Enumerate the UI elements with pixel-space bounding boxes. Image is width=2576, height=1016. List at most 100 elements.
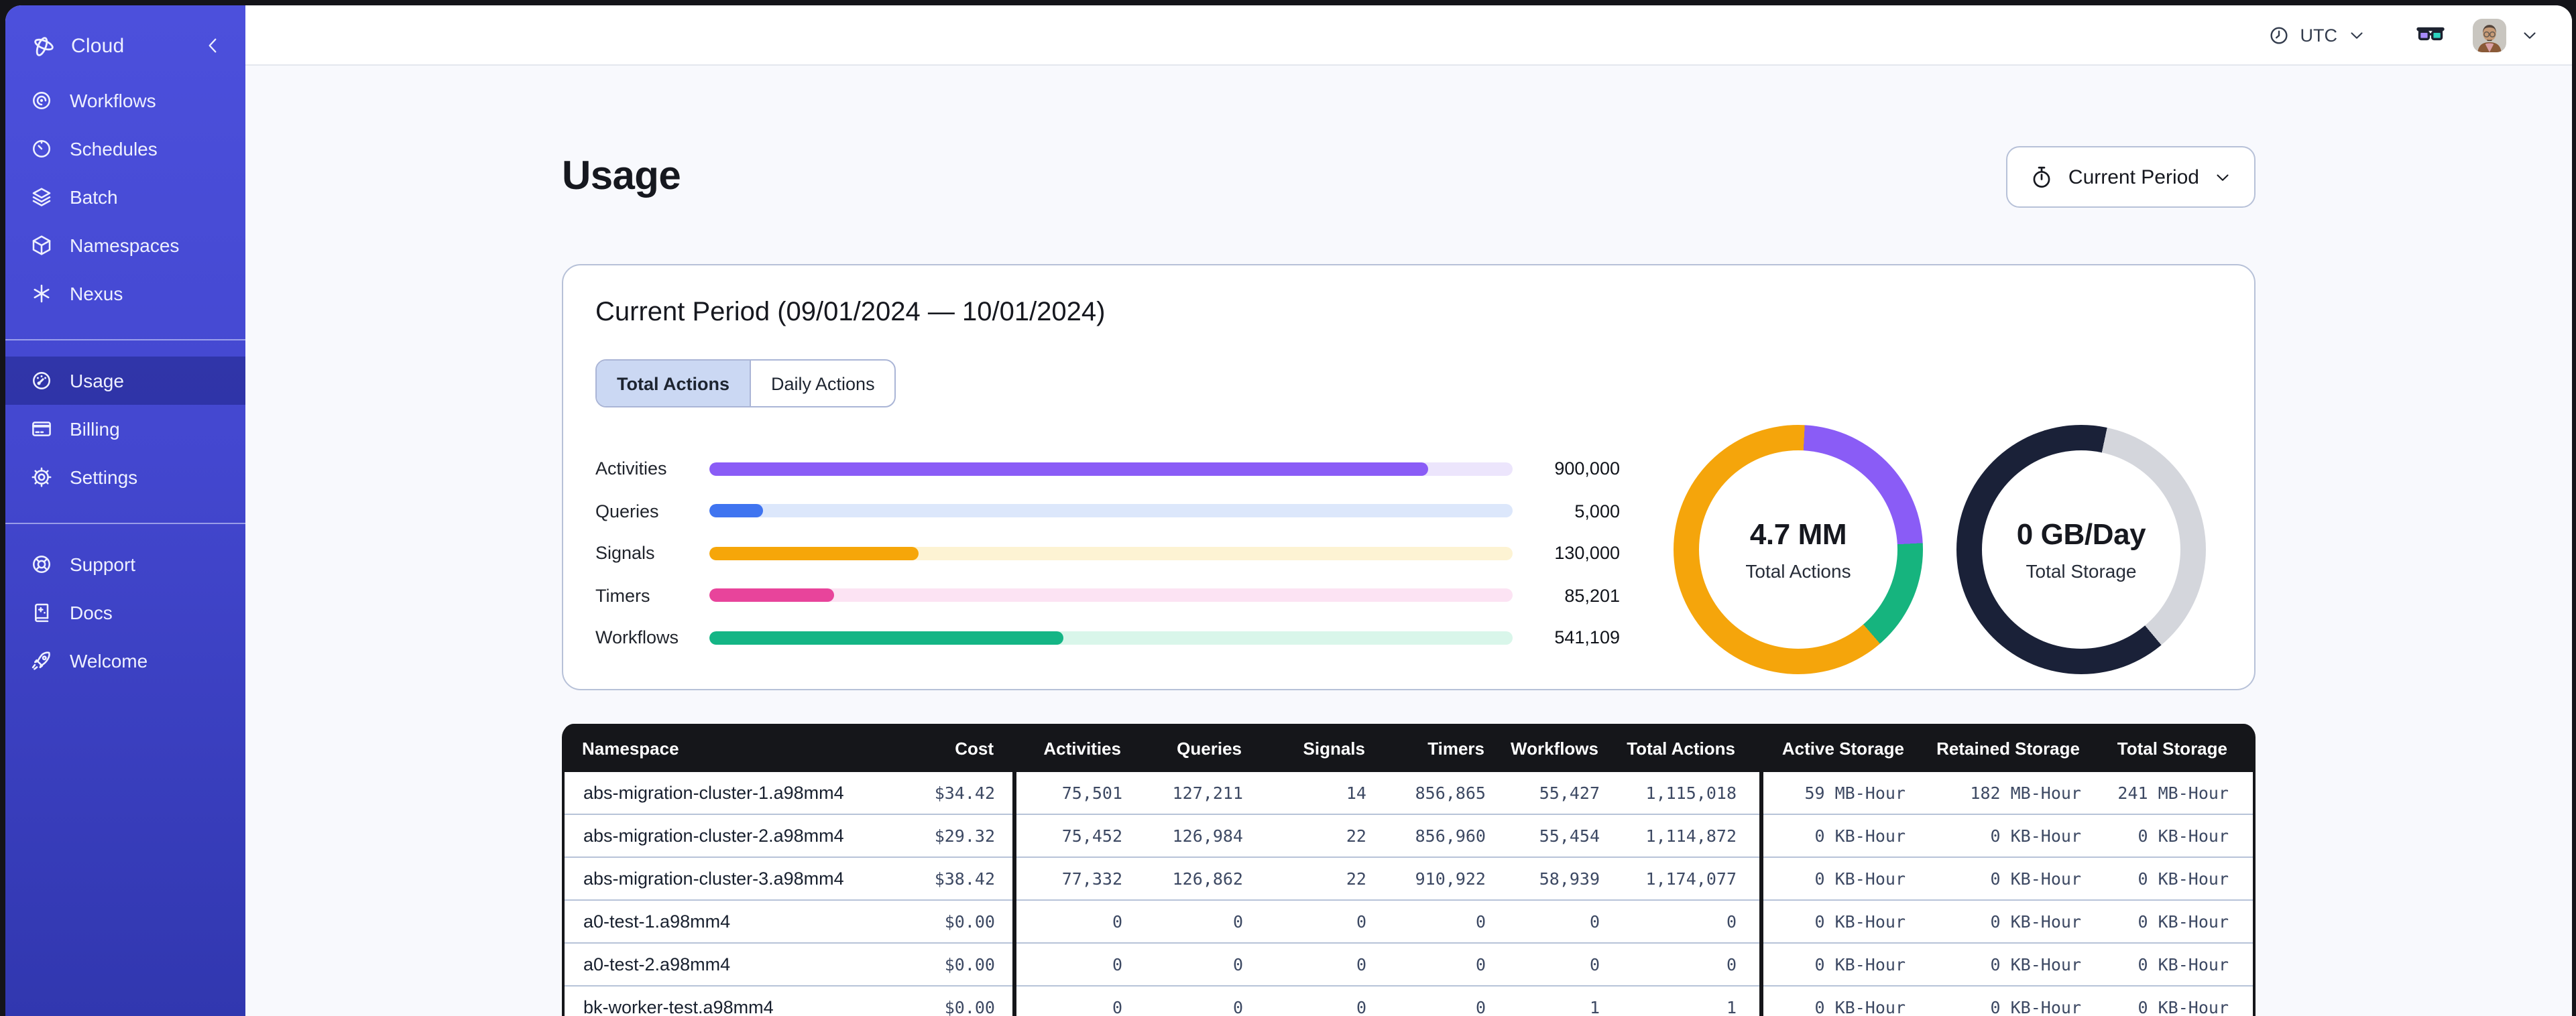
- bar-label: Activities: [595, 458, 667, 479]
- value-cell: 0 KB-Hour: [2138, 869, 2229, 889]
- value-cell: 0: [1356, 997, 1366, 1016]
- bar-label: Queries: [595, 501, 659, 521]
- namespace-link[interactable]: a0-test-2.a98mm4: [583, 954, 730, 974]
- namespace-link[interactable]: abs-migration-cluster-3.a98mm4: [583, 869, 844, 889]
- column-header-namespace: Namespace: [582, 738, 679, 758]
- table-row: abs-migration-cluster-3.a98mm4 $38.42 77,3…: [565, 858, 2253, 901]
- sidebar-item-batch[interactable]: Batch: [5, 173, 245, 221]
- sidebar-item-support[interactable]: Support: [5, 540, 245, 588]
- value-cell: 0: [1589, 911, 1600, 932]
- sidebar-item-billing[interactable]: Billing: [5, 405, 245, 453]
- value-cell: 182 MB-Hour: [1970, 783, 2081, 803]
- sidebar-item-schedules[interactable]: Schedules: [5, 125, 245, 173]
- donut-sublabel: Total Actions: [1745, 560, 1851, 582]
- sidebar-nav: Workflows Schedules Batch Namespaces Nexus Us…: [5, 76, 245, 685]
- bar-value: 85,201: [1564, 585, 1620, 606]
- chevron-down-icon[interactable]: [2520, 25, 2540, 45]
- value-cell: 856,960: [1415, 826, 1486, 846]
- value-cell: 0 KB-Hour: [2138, 954, 2229, 974]
- value-cell: 126,862: [1172, 869, 1243, 889]
- current-period-card: Current Period (09/01/2024 — 10/01/2024)…: [562, 264, 2256, 690]
- namespace-link[interactable]: bk-worker-test.a98mm4: [583, 997, 774, 1016]
- usage-donut-charts: 4.7 MM Total Actions 0 GB/Day Total Storage: [1674, 425, 2206, 674]
- bar-value: 5,000: [1574, 501, 1620, 521]
- column-header-cost: Cost: [955, 738, 994, 758]
- bar-track: [709, 588, 1513, 602]
- column-header-active-storage: Active Storage: [1781, 738, 1904, 758]
- namespace-link[interactable]: abs-migration-cluster-1.a98mm4: [583, 783, 844, 803]
- value-cell: 0 KB-Hour: [2138, 911, 2229, 932]
- table-divider: [1012, 771, 1016, 1016]
- value-cell: 1,114,872: [1645, 826, 1737, 846]
- usage-icon: [30, 369, 54, 393]
- value-cell: 59 MB-Hour: [1804, 783, 1906, 803]
- value-cell: 0: [1726, 911, 1737, 932]
- sidebar-item-label: Batch: [70, 186, 118, 208]
- sidebar-item-usage[interactable]: Usage: [5, 357, 245, 405]
- sidebar: Cloud Workflows Schedules Batch Namespaces N…: [5, 5, 245, 1016]
- column-header-retained-storage: Retained Storage: [1936, 738, 2080, 758]
- namespace-cell: a0-test-1.a98mm4: [565, 911, 862, 932]
- value-cell: 0: [1232, 911, 1243, 932]
- sidebar-brand: Cloud: [5, 19, 245, 72]
- sidebar-item-label: Support: [70, 554, 136, 575]
- column-header-timers: Timers: [1427, 738, 1484, 758]
- support-icon: [30, 552, 54, 576]
- tab-daily-actions[interactable]: Daily Actions: [750, 361, 895, 406]
- value-cell: 0: [1475, 997, 1486, 1016]
- welcome-icon: [30, 649, 54, 673]
- main-area: UTC Usage Current Period Current Period …: [245, 5, 2572, 1016]
- sidebar-item-welcome[interactable]: Welcome: [5, 637, 245, 685]
- timezone-selector[interactable]: UTC: [2268, 23, 2367, 46]
- chevron-down-icon: [2347, 25, 2367, 45]
- table-row: a0-test-2.a98mm4 $0.00 0 0 0 0 0 0 0 KB-Hour 0 KB…: [565, 944, 2253, 987]
- sidebar-collapse-button[interactable]: [200, 32, 227, 59]
- period-selector-button[interactable]: Current Period: [2006, 146, 2256, 208]
- chevron-down-icon: [2213, 167, 2233, 187]
- value-cell: 126,984: [1172, 826, 1243, 846]
- value-cell: 0: [1112, 954, 1122, 974]
- sidebar-item-namespaces[interactable]: Namespaces: [5, 221, 245, 269]
- tab-total-actions[interactable]: Total Actions: [597, 361, 750, 406]
- value-cell: 0 KB-Hour: [1814, 869, 1906, 889]
- schedules-icon: [30, 137, 54, 161]
- brand-label: Cloud: [71, 34, 125, 57]
- sidebar-item-label: Billing: [70, 418, 120, 440]
- bar-track: [709, 462, 1513, 476]
- sidebar-item-workflows[interactable]: Workflows: [5, 76, 245, 125]
- billing-icon: [30, 417, 54, 441]
- bar-fill: [709, 546, 919, 560]
- value-cell: 0 KB-Hour: [1990, 954, 2081, 974]
- sidebar-item-docs[interactable]: Docs: [5, 588, 245, 637]
- temporal-logo-icon: [30, 32, 56, 59]
- donut-value: 4.7 MM: [1749, 517, 1847, 551]
- donut-center-labels: 4.7 MM Total Actions: [1674, 425, 1923, 674]
- bar-value: 130,000: [1554, 543, 1620, 564]
- value-cell: 0 KB-Hour: [1814, 911, 1906, 932]
- glasses-icon[interactable]: [2415, 19, 2446, 50]
- value-cell: $0.00: [944, 954, 995, 974]
- value-cell: 0 KB-Hour: [2138, 997, 2229, 1016]
- namespace-cell: abs-migration-cluster-1.a98mm4: [565, 783, 862, 803]
- sidebar-item-label: Settings: [70, 466, 138, 488]
- value-cell: 75,452: [1061, 826, 1122, 846]
- value-cell: 58,939: [1539, 869, 1600, 889]
- settings-icon: [30, 465, 54, 489]
- desktop-background: Cloud Workflows Schedules Batch Namespaces N…: [0, 0, 2576, 1016]
- nexus-icon: [30, 281, 54, 306]
- namespace-link[interactable]: a0-test-1.a98mm4: [583, 911, 730, 932]
- sidebar-item-label: Nexus: [70, 283, 123, 304]
- value-cell: 1: [1589, 997, 1600, 1016]
- value-cell: 241 MB-Hour: [2117, 783, 2229, 803]
- sidebar-item-label: Welcome: [70, 650, 148, 672]
- namespace-link[interactable]: abs-migration-cluster-2.a98mm4: [583, 826, 844, 846]
- sidebar-divider: [5, 339, 245, 340]
- value-cell: 0: [1475, 954, 1486, 974]
- value-cell: 1: [1726, 997, 1737, 1016]
- avatar[interactable]: [2473, 18, 2506, 52]
- sidebar-item-settings[interactable]: Settings: [5, 453, 245, 501]
- value-cell: 0 KB-Hour: [1990, 826, 2081, 846]
- namespace-cell: abs-migration-cluster-3.a98mm4: [565, 869, 862, 889]
- namespace-cell: abs-migration-cluster-2.a98mm4: [565, 826, 862, 846]
- sidebar-item-nexus[interactable]: Nexus: [5, 269, 245, 318]
